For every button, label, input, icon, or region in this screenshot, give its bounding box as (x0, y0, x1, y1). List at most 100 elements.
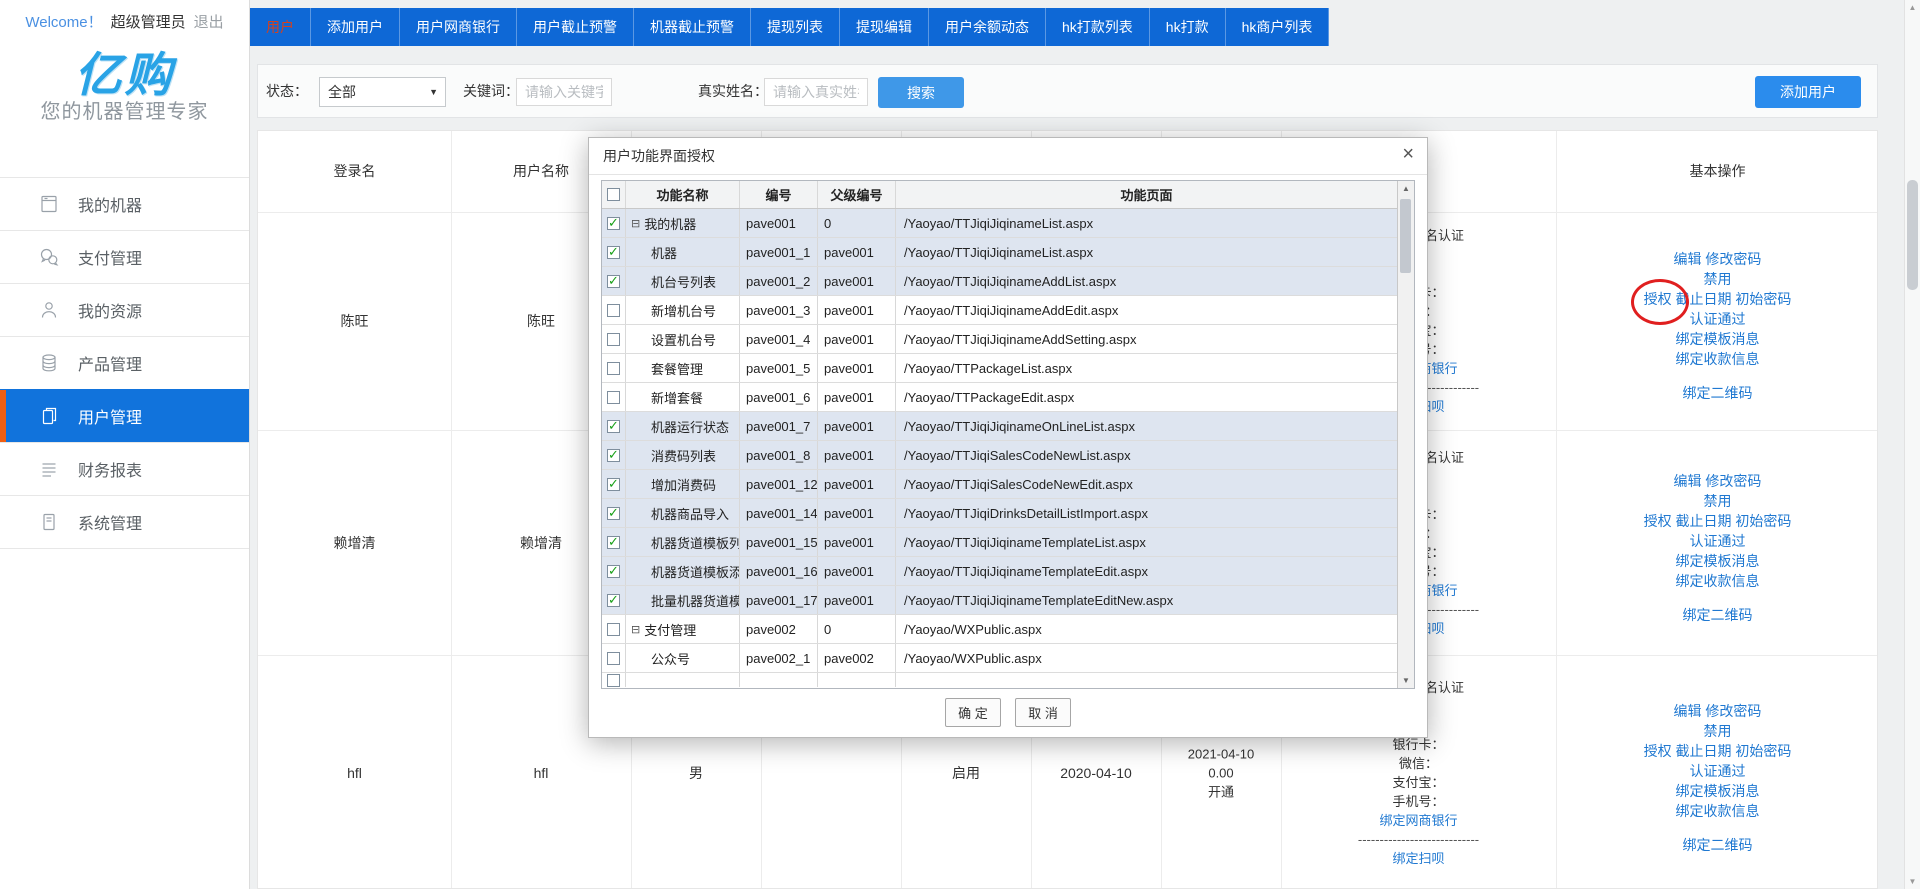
sidebar-item-1[interactable]: 我的机器 (0, 177, 249, 230)
nav-tab-2[interactable]: 添加用户 (311, 8, 400, 46)
page-scroll-down-icon[interactable]: ▼ (1905, 877, 1920, 886)
nav-tab-11[interactable]: hk商户列表 (1226, 8, 1330, 46)
feature-name: 批量机器货道模板 (651, 591, 740, 610)
row-checkbox[interactable] (607, 275, 620, 288)
op-link[interactable]: 授权 截止日期 初始密码 (1556, 741, 1878, 761)
op-link[interactable]: 绑定二维码 (1556, 835, 1878, 855)
page-scroll-up-icon[interactable]: ▲ (1905, 3, 1920, 12)
sidebar-item-label: 产品管理 (78, 351, 142, 375)
ok-button[interactable]: 确 定 (945, 698, 1001, 727)
sidebar-item-5[interactable]: 用户管理 (0, 389, 249, 442)
nav-tab-10[interactable]: hk打款 (1150, 8, 1226, 46)
feature-name: 新增机台号 (651, 301, 716, 320)
status-select[interactable]: 全部 ▼ (319, 77, 446, 107)
scroll-up-icon[interactable]: ▲ (1398, 184, 1414, 193)
feature-code: pave001_15 (740, 528, 818, 556)
sidebar-item-3[interactable]: 我的资源 (0, 283, 249, 336)
feature-code: pave001_12 (740, 470, 818, 498)
nav-tab-9[interactable]: hk打款列表 (1046, 8, 1150, 46)
op-link[interactable]: 绑定二维码 (1556, 605, 1878, 625)
feature-page: /Yaoyao/TTJiqiSalesCodeNewEdit.aspx (896, 470, 1397, 498)
row-checkbox[interactable] (607, 420, 620, 433)
row-checkbox[interactable] (607, 536, 620, 549)
row-checkbox[interactable] (607, 478, 620, 491)
feature-name: 设置机台号 (651, 330, 716, 349)
row-checkbox[interactable] (607, 246, 620, 259)
add-user-button[interactable]: 添加用户 (1755, 76, 1861, 108)
op-link[interactable]: 认证通过 (1556, 309, 1878, 329)
nav-tab-1[interactable]: 用户 (250, 8, 311, 46)
status-label: 状态： (266, 65, 308, 117)
scroll-down-icon[interactable]: ▼ (1398, 676, 1414, 685)
op-link[interactable]: 绑定收款信息 (1556, 801, 1878, 821)
page-scrollbar-thumb[interactable] (1907, 180, 1918, 290)
modal-row: 机器货道模板添加pave001_16pave001/Yaoyao/TTJiqiJ… (602, 557, 1397, 586)
nav-tab-7[interactable]: 提现编辑 (840, 8, 929, 46)
feature-code: pave001_4 (740, 325, 818, 353)
sidebar-item-7[interactable]: 系统管理 (0, 495, 249, 549)
op-link[interactable]: 授权 截止日期 初始密码 (1556, 511, 1878, 531)
op-link[interactable]: 认证通过 (1556, 531, 1878, 551)
sidebar-item-2[interactable]: 支付管理 (0, 230, 249, 283)
op-link[interactable]: 编辑 修改密码 (1556, 471, 1878, 491)
feature-page: /Yaoyao/TTJiqiJiqinameOnLineList.aspx (896, 412, 1397, 440)
row-checkbox[interactable] (607, 391, 620, 404)
op-link[interactable]: 授权 截止日期 初始密码 (1556, 289, 1878, 309)
feature-page: /Yaoyao/TTJiqiJiqinameTemplateEditNew.as… (896, 586, 1397, 614)
op-link[interactable]: 编辑 修改密码 (1556, 249, 1878, 269)
page-scrollbar[interactable]: ▲ ▼ (1904, 0, 1920, 889)
row-checkbox[interactable] (607, 362, 620, 375)
scrollbar-thumb[interactable] (1400, 199, 1411, 273)
row-checkbox[interactable] (607, 674, 620, 687)
sidebar-item-4[interactable]: 产品管理 (0, 336, 249, 389)
row-checkbox[interactable] (607, 652, 620, 665)
row-checkbox[interactable] (607, 304, 620, 317)
nav-tab-5[interactable]: 机器截止预警 (634, 8, 751, 46)
nav-tab-3[interactable]: 用户网商银行 (400, 8, 517, 46)
sidebar-item-6[interactable]: 财务报表 (0, 442, 249, 495)
row-checkbox[interactable] (607, 217, 620, 230)
row-checkbox[interactable] (607, 594, 620, 607)
op-link[interactable]: 禁用 (1556, 491, 1878, 511)
authorize-link-circled[interactable]: 授权 (1644, 289, 1672, 309)
modal-scrollbar[interactable]: ▲ ▼ (1397, 181, 1414, 688)
op-link[interactable]: 绑定模板消息 (1556, 781, 1878, 801)
bind-link[interactable]: 绑定扫呗 (1281, 849, 1556, 868)
feature-page: /Yaoyao/TTJiqiJiqinameAddEdit.aspx (896, 296, 1397, 324)
cancel-button[interactable]: 取 消 (1015, 698, 1071, 727)
row-checkbox[interactable] (607, 333, 620, 346)
nav-tab-8[interactable]: 用户余额动态 (929, 8, 1046, 46)
logout-link[interactable]: 退出 (194, 14, 224, 31)
modal-row: 设置机台号pave001_4pave001/Yaoyao/TTJiqiJiqin… (602, 325, 1397, 354)
collapse-icon[interactable]: ⊟ (631, 623, 640, 636)
op-link[interactable]: 禁用 (1556, 269, 1878, 289)
realname-input[interactable] (764, 78, 868, 106)
row-checkbox[interactable] (607, 565, 620, 578)
op-link[interactable]: 绑定收款信息 (1556, 571, 1878, 591)
op-link[interactable]: 绑定二维码 (1556, 383, 1878, 403)
op-link[interactable]: 编辑 修改密码 (1556, 701, 1878, 721)
modal-row: 机器运行状态pave001_7pave001/Yaoyao/TTJiqiJiqi… (602, 412, 1397, 441)
select-all-checkbox[interactable] (607, 188, 620, 201)
op-link[interactable]: 禁用 (1556, 721, 1878, 741)
row-checkbox[interactable] (607, 507, 620, 520)
parent-code: pave001 (818, 325, 896, 353)
search-button[interactable]: 搜索 (878, 77, 964, 108)
bind-link[interactable]: 绑定网商银行 (1281, 811, 1556, 830)
op-link[interactable]: 绑定模板消息 (1556, 329, 1878, 349)
op-link[interactable]: 绑定收款信息 (1556, 349, 1878, 369)
op-link[interactable]: 认证通过 (1556, 761, 1878, 781)
row-checkbox[interactable] (607, 623, 620, 636)
nav-tab-6[interactable]: 提现列表 (751, 8, 840, 46)
keyword-input[interactable] (516, 78, 612, 106)
nav-tab-4[interactable]: 用户截止预警 (517, 8, 634, 46)
op-link[interactable]: 绑定模板消息 (1556, 551, 1878, 571)
feature-code: pave001_2 (740, 267, 818, 295)
modal-row: 新增机台号pave001_3pave001/Yaoyao/TTJiqiJiqin… (602, 296, 1397, 325)
collapse-icon[interactable]: ⊟ (631, 217, 640, 230)
modal-row: 机器pave001_1pave001/Yaoyao/TTJiqiJiqiname… (602, 238, 1397, 267)
col-header-page: 功能页面 (896, 181, 1397, 208)
feature-page: /Yaoyao/TTPackageEdit.aspx (896, 383, 1397, 411)
close-icon[interactable]: × (1402, 138, 1414, 174)
row-checkbox[interactable] (607, 449, 620, 462)
